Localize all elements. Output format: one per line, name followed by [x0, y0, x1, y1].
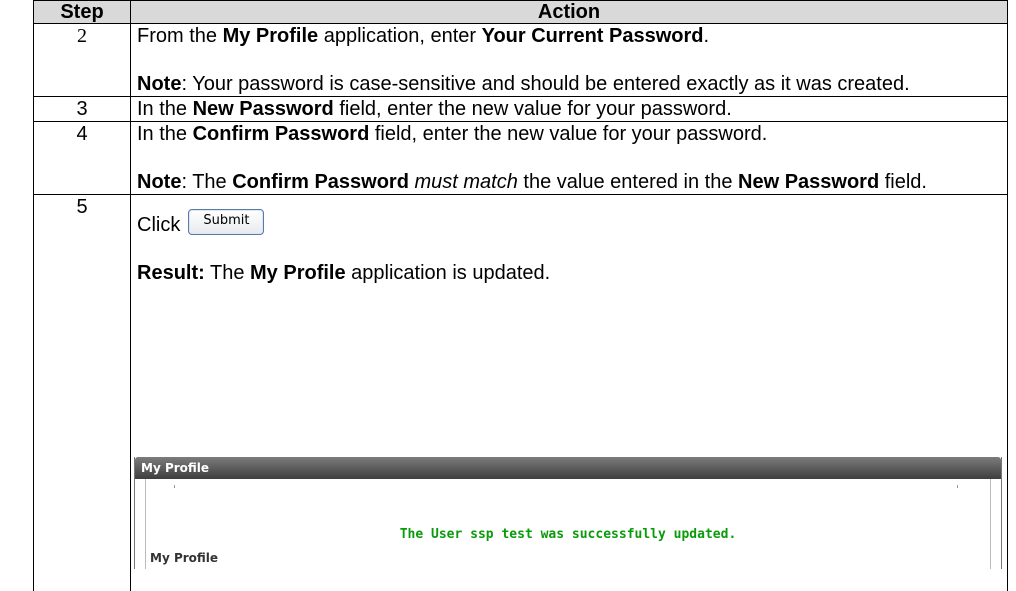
ui-term: Confirm Password — [193, 123, 370, 145]
table-header-row: Step Action — [34, 1, 1008, 24]
text-run: In the — [137, 123, 193, 145]
step-number: 3 — [34, 97, 131, 122]
click-instruction: Click Submit — [137, 209, 1001, 237]
result-text: Result: The My Profile application is up… — [137, 261, 1001, 285]
table-row: 4 In the Confirm Password field, enter t… — [34, 122, 1008, 195]
text-run: : Your password is case-sensitive and sh… — [181, 73, 909, 95]
result-label: Result: — [137, 262, 205, 284]
text-run: From the — [137, 25, 223, 47]
panel-body: The User ssp test was successfully updat… — [145, 479, 991, 569]
ui-term: My Profile — [250, 262, 346, 284]
text-run: In the — [137, 98, 193, 120]
note-text: Note: The Confirm Password must match th… — [137, 170, 1001, 194]
my-profile-panel: My Profile The User ssp test was success… — [134, 457, 1002, 569]
table-row: 2 From the My Profile application, enter… — [34, 24, 1008, 97]
text-run: field. — [879, 171, 927, 193]
table-row: 3 In the New Password field, enter the n… — [34, 97, 1008, 122]
ui-term: New Password — [738, 171, 879, 193]
note-label: Note — [137, 73, 181, 95]
emphasis-text: must match — [415, 171, 518, 193]
submit-button[interactable]: Submit — [188, 209, 264, 235]
note-label: Note — [137, 171, 181, 193]
panel-subheading: My Profile — [150, 551, 218, 565]
step-number: 2 — [34, 24, 131, 97]
instruction-text: In the New Password field, enter the new… — [137, 97, 1001, 121]
ui-term: New Password — [193, 98, 334, 120]
action-cell: From the My Profile application, enter Y… — [131, 24, 1008, 97]
ui-term: Your Current Password — [482, 25, 704, 47]
text-run: field, enter the new value for your pass… — [334, 98, 732, 120]
instruction-text: In the Confirm Password field, enter the… — [137, 122, 1001, 146]
step-number: 4 — [34, 122, 131, 195]
text-run: field, enter the new value for your pass… — [369, 123, 767, 145]
text-run: . — [704, 25, 710, 47]
note-text: Note: Your password is case-sensitive an… — [137, 72, 1001, 96]
step-number: 5 — [34, 195, 131, 591]
instruction-text: From the My Profile application, enter Y… — [137, 24, 1001, 48]
action-column-header: Action — [131, 1, 1008, 24]
text-run: : The — [181, 171, 232, 193]
step-column-header: Step — [34, 1, 131, 24]
click-label: Click — [137, 213, 180, 237]
panel-title: My Profile — [135, 457, 1001, 479]
divider — [174, 485, 175, 488]
divider — [957, 485, 958, 488]
action-cell: In the Confirm Password field, enter the… — [131, 122, 1008, 195]
ui-term: My Profile — [223, 25, 319, 47]
text-run: The — [205, 262, 250, 284]
action-cell: In the New Password field, enter the new… — [131, 97, 1008, 122]
success-message: The User ssp test was successfully updat… — [146, 527, 990, 542]
ui-term: Confirm Password — [232, 171, 409, 193]
text-run: application, enter — [318, 25, 481, 47]
text-run: the value entered in the — [518, 171, 738, 193]
text-run: application is updated. — [346, 262, 551, 284]
